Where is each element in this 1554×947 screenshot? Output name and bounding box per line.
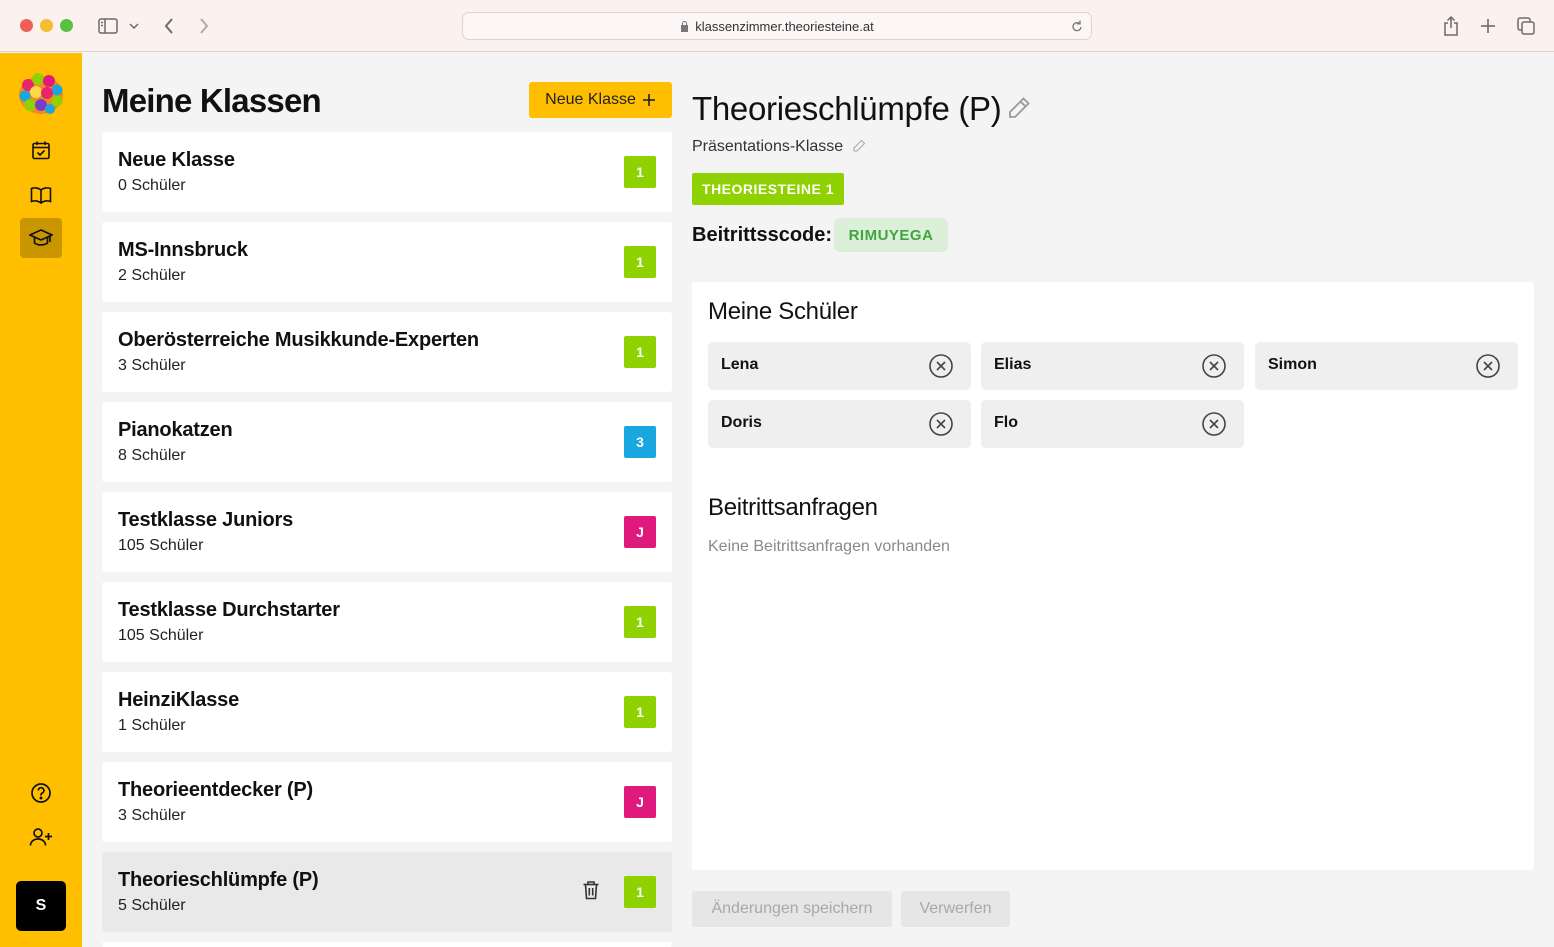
chevron-down-icon[interactable] <box>124 14 144 38</box>
share-icon[interactable] <box>1439 14 1463 38</box>
class-name: HeinziKlasse <box>118 689 239 711</box>
class-list-item[interactable]: HeinziKlasse 1 Schüler 1 <box>102 672 672 752</box>
join-code-value[interactable]: RIMUYEGA <box>834 218 948 252</box>
reload-icon[interactable] <box>1071 19 1083 36</box>
student-chip: Doris <box>708 400 971 448</box>
class-name: Neue Klasse <box>118 149 235 171</box>
class-list-item-selected[interactable]: Theorieschlümpfe (P) 5 Schüler 1 <box>102 852 672 932</box>
tab-overview-icon[interactable] <box>1514 14 1538 38</box>
sidebar-toggle-icon[interactable] <box>96 14 120 38</box>
class-pack-badge: 1 <box>624 696 656 728</box>
lock-icon <box>680 20 689 32</box>
remove-student-icon[interactable] <box>1202 354 1226 378</box>
student-name: Elias <box>994 356 1032 373</box>
class-pack-badge: 1 <box>624 876 656 908</box>
forward-icon[interactable] <box>192 14 216 38</box>
class-name: Pianokatzen <box>118 419 233 441</box>
new-class-button[interactable]: Neue Klasse <box>529 82 672 118</box>
student-chip: Simon <box>1255 342 1518 390</box>
class-list-item[interactable]: Testklasse Durchstarter 105 Schüler 1 <box>102 582 672 662</box>
remove-student-icon[interactable] <box>1476 354 1500 378</box>
student-chip: Flo <box>981 400 1244 448</box>
requests-empty-note: Keine Beitrittsanfragen vorhanden <box>708 538 950 555</box>
class-name: Testklasse Juniors <box>118 509 294 531</box>
trash-icon[interactable] <box>582 880 602 902</box>
class-name: Theorieschlümpfe (P) <box>118 869 319 891</box>
discard-button[interactable]: Verwerfen <box>901 891 1010 927</box>
class-list-item[interactable]: Theorieentdecker (P) 3 Schüler J <box>102 762 672 842</box>
class-student-count: 3 Schüler <box>118 357 186 374</box>
class-student-count: 2 Schüler <box>118 267 186 284</box>
remove-student-icon[interactable] <box>1202 412 1226 436</box>
remove-student-icon[interactable] <box>929 354 953 378</box>
page-title: Meine Klassen <box>102 82 322 119</box>
class-list-item[interactable]: Neue Klasse 0 Schüler 1 <box>102 132 672 212</box>
calendar-icon[interactable] <box>20 130 62 170</box>
class-title: Theorieschlümpfe (P) <box>692 90 1002 127</box>
edit-title-pencil-icon[interactable] <box>1006 95 1034 123</box>
maximize-window-button[interactable] <box>60 19 73 32</box>
class-name: Oberösterreiche Musikkunde-Experten <box>118 329 479 351</box>
class-list-item[interactable]: Testklasse Juniors 105 Schüler J <box>102 492 672 572</box>
browser-toolbar: klassenzimmer.theoriesteine.at <box>0 0 1554 52</box>
students-heading: Meine Schüler <box>708 298 858 325</box>
save-changes-button[interactable]: Änderungen speichern <box>692 891 892 927</box>
add-user-icon[interactable] <box>20 817 62 857</box>
class-pack-badge: J <box>624 516 656 548</box>
class-list-item-partial[interactable] <box>102 942 672 947</box>
class-student-count: 105 Schüler <box>118 537 204 554</box>
app-sidebar: S <box>0 53 82 947</box>
minimize-window-button[interactable] <box>40 19 53 32</box>
new-tab-icon[interactable] <box>1476 14 1500 38</box>
class-name: Testklasse Durchstarter <box>118 599 340 621</box>
student-chip: Lena <box>708 342 971 390</box>
student-chip: Elias <box>981 342 1244 390</box>
class-pack-badge: J <box>624 786 656 818</box>
student-name: Simon <box>1268 356 1317 373</box>
edit-subtitle-pencil-icon[interactable] <box>852 139 867 154</box>
class-pack-badge: 1 <box>624 606 656 638</box>
address-url: klassenzimmer.theoriesteine.at <box>695 18 874 34</box>
requests-heading: Beitrittsanfragen <box>708 494 878 521</box>
class-student-count: 5 Schüler <box>118 897 186 914</box>
student-name: Flo <box>994 414 1018 431</box>
class-pack-badge: 1 <box>624 246 656 278</box>
theoriesteine-logo[interactable] <box>16 69 66 117</box>
back-icon[interactable] <box>157 14 181 38</box>
class-subtitle: Präsentations-Klasse <box>692 138 844 155</box>
class-student-count: 105 Schüler <box>118 627 204 644</box>
pack-badge: THEORIESTEINE 1 <box>692 173 844 205</box>
class-student-count: 3 Schüler <box>118 807 186 824</box>
remove-student-icon[interactable] <box>929 412 953 436</box>
book-icon[interactable] <box>20 175 62 215</box>
class-student-count: 8 Schüler <box>118 447 186 464</box>
class-list-item[interactable]: Pianokatzen 8 Schüler 3 <box>102 402 672 482</box>
student-name: Lena <box>721 356 759 373</box>
class-name: Theorieentdecker (P) <box>118 779 313 801</box>
student-name: Doris <box>721 414 762 431</box>
close-window-button[interactable] <box>20 19 33 32</box>
class-student-count: 1 Schüler <box>118 717 186 734</box>
join-code-label: Beitrittsscode: <box>692 224 833 246</box>
class-pack-badge: 1 <box>624 336 656 368</box>
class-student-count: 0 Schüler <box>118 177 186 194</box>
address-bar[interactable]: klassenzimmer.theoriesteine.at <box>462 12 1092 40</box>
class-pack-badge: 3 <box>624 426 656 458</box>
class-list-item[interactable]: MS-Innsbruck 2 Schüler 1 <box>102 222 672 302</box>
help-icon[interactable] <box>20 773 62 813</box>
class-pack-badge: 1 <box>624 156 656 188</box>
class-name: MS-Innsbruck <box>118 239 248 261</box>
students-panel: Meine Schüler Lena Elias Simon Doris Flo… <box>692 282 1534 870</box>
plus-icon <box>642 94 655 106</box>
user-avatar[interactable]: S <box>16 881 66 931</box>
new-class-label: Neue Klasse <box>545 91 636 108</box>
graduation-cap-icon[interactable] <box>20 218 62 258</box>
class-list-item[interactable]: Oberösterreiche Musikkunde-Experten 3 Sc… <box>102 312 672 392</box>
